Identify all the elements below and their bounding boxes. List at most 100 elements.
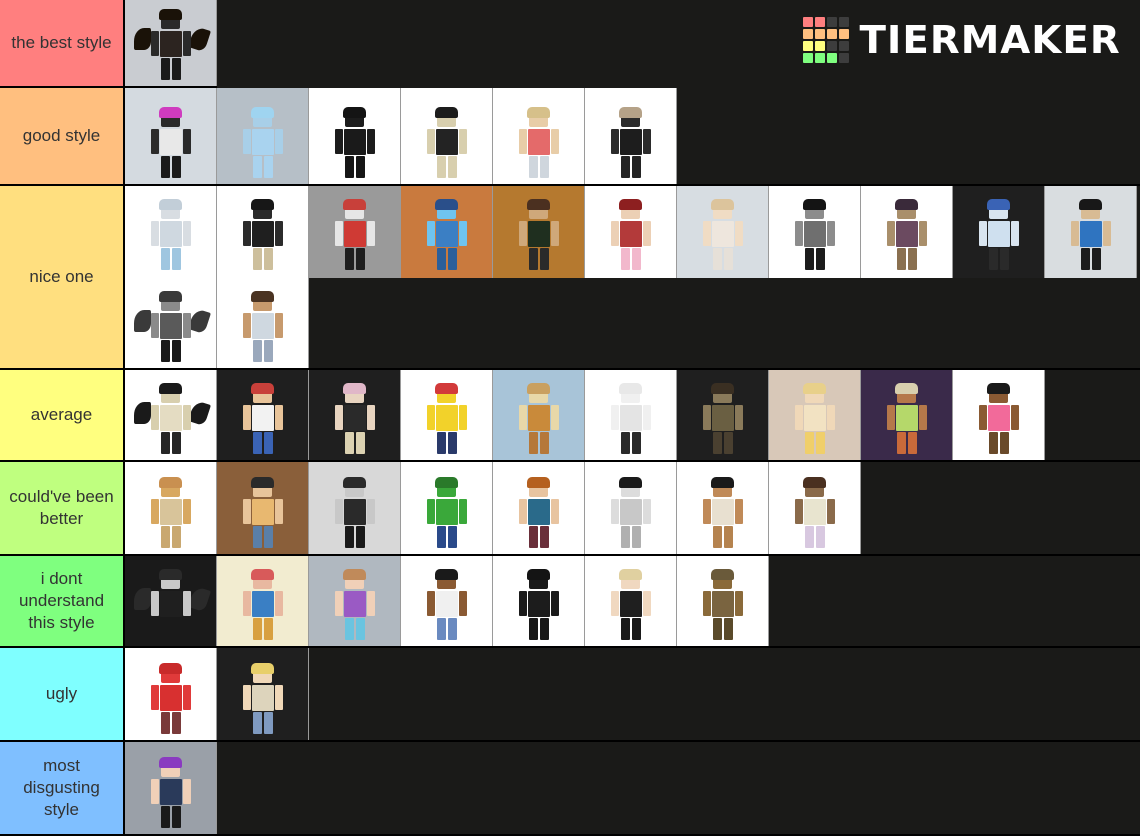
tier-label-the-best-style[interactable]: the best style	[0, 0, 125, 86]
roblox-avatar-ginger-jacket[interactable]	[493, 462, 585, 554]
avatar-part-leg	[988, 248, 998, 270]
tier-row-good-style: good style	[0, 88, 1140, 186]
avatar-part-leg	[160, 712, 170, 734]
roblox-avatar-teddy-bear-backpack[interactable]	[401, 88, 493, 184]
roblox-avatar-purple-wolf[interactable]	[861, 186, 953, 278]
roblox-avatar-purple-cat-tank[interactable]	[125, 742, 217, 834]
tier-row-average: average	[0, 370, 1140, 462]
avatar-part-arm	[734, 405, 743, 430]
roblox-avatar-rainbow-headdress[interactable]	[125, 88, 217, 184]
roblox-avatar-blonde-black-dress[interactable]	[585, 556, 677, 646]
avatar-figure	[332, 107, 378, 180]
roblox-avatar-military-brown[interactable]	[677, 370, 769, 460]
roblox-avatar-grey-knight[interactable]	[125, 278, 217, 368]
roblox-avatar-cat-head[interactable]	[125, 462, 217, 554]
tier-items-nice-one[interactable]	[125, 186, 1140, 368]
avatar-part-torso	[343, 129, 366, 155]
roblox-avatar-blonde-pumpkin[interactable]	[677, 186, 769, 278]
avatar-thumbnail	[125, 462, 216, 554]
avatar-figure	[516, 199, 562, 272]
avatar-thumbnail	[401, 556, 492, 646]
tier-label-nice-one[interactable]: nice one	[0, 186, 125, 368]
avatar-part-leg	[171, 432, 181, 454]
roblox-avatar-neon-wings[interactable]	[125, 556, 217, 646]
avatar-part-leg	[804, 248, 814, 270]
roblox-avatar-brown-camo[interactable]	[677, 556, 769, 646]
roblox-avatar-all-black-outfit[interactable]	[493, 556, 585, 646]
roblox-avatar-pink-hair-maid[interactable]	[309, 370, 401, 460]
roblox-avatar-rainbow-tropical[interactable]	[861, 370, 953, 460]
avatar-thumbnail	[125, 88, 216, 184]
roblox-avatar-black-hair-blue-shirt[interactable]	[1045, 186, 1137, 278]
roblox-avatar-afro-tan[interactable]	[677, 462, 769, 554]
roblox-avatar-red-cap-star[interactable]	[309, 186, 401, 278]
avatar-part-leg	[528, 618, 538, 640]
avatar-part-hair	[343, 107, 366, 118]
avatar-part-leg	[160, 248, 170, 270]
roblox-avatar-dark-hooded[interactable]	[585, 88, 677, 184]
roblox-avatar-pastel-pigtails[interactable]	[769, 462, 861, 554]
roblox-avatar-red-cap-white-tee[interactable]	[217, 370, 309, 460]
avatar-part-hair	[159, 477, 182, 488]
avatar-figure	[976, 199, 1022, 272]
roblox-avatar-purple-cat-ears[interactable]	[309, 556, 401, 646]
tier-items-i-dont-understand-this-style[interactable]	[125, 556, 1140, 646]
roblox-avatar-black-tactical[interactable]	[309, 88, 401, 184]
avatar-part-torso	[987, 405, 1010, 431]
roblox-avatar-luigi-mario-duo[interactable]	[401, 462, 493, 554]
tier-label-ugly[interactable]: ugly	[0, 648, 125, 740]
avatar-part-torso	[159, 221, 182, 247]
avatar-part-wing	[187, 25, 211, 53]
roblox-avatar-blue-furry-pair[interactable]	[401, 186, 493, 278]
avatar-part-arm	[978, 405, 987, 430]
roblox-avatar-black-feathered-wings[interactable]	[125, 370, 217, 460]
avatar-part-arm	[150, 779, 159, 804]
roblox-avatar-rainbow-clown[interactable]	[217, 556, 309, 646]
tier-items-most-disgusting-style[interactable]	[125, 742, 1140, 834]
roblox-avatar-white-wolf[interactable]	[125, 186, 217, 278]
roblox-avatar-glasses-room[interactable]	[217, 462, 309, 554]
roblox-avatar-blue-bandana[interactable]	[953, 186, 1045, 278]
roblox-avatar-screaming-yellow-dress[interactable]	[769, 370, 861, 460]
roblox-avatar-red-suit[interactable]	[125, 648, 217, 740]
tiermaker-logo[interactable]: TIERMAKER	[802, 17, 1120, 63]
roblox-avatar-classic-red-balloon[interactable]	[401, 370, 493, 460]
logo-grid-cell-1-3	[838, 29, 849, 39]
tier-label-good-style[interactable]: good style	[0, 88, 125, 184]
tier-label-could-ve-been-better[interactable]: could've been better	[0, 462, 125, 554]
tier-items-good-style[interactable]	[125, 88, 1140, 184]
avatar-figure	[240, 383, 286, 456]
tier-items-ugly[interactable]	[125, 648, 1140, 740]
avatar-part-arm	[242, 129, 251, 154]
avatar-part-torso	[159, 129, 182, 155]
roblox-avatar-braids-crop-top[interactable]	[401, 556, 493, 646]
avatar-part-leg	[804, 432, 814, 454]
tier-label-average[interactable]: average	[0, 370, 125, 460]
tier-label-i-dont-understand-this-style[interactable]: i dont understand this style	[0, 556, 125, 646]
roblox-avatar-black-spiky-hair[interactable]	[769, 186, 861, 278]
avatar-part-hair	[803, 383, 826, 394]
roblox-avatar-brown-long-hair[interactable]	[493, 186, 585, 278]
roblox-avatar-blue-antlers[interactable]	[217, 88, 309, 184]
avatar-figure	[792, 199, 838, 272]
avatar-figure	[332, 199, 378, 272]
roblox-avatar-white-bunny[interactable]	[585, 370, 677, 460]
roblox-avatar-emo-black-red[interactable]	[217, 186, 309, 278]
roblox-avatar-strawberry-hat[interactable]	[493, 88, 585, 184]
roblox-avatar-black-winged-suit[interactable]	[125, 0, 217, 86]
tier-items-average[interactable]	[125, 370, 1140, 460]
avatar-part-torso	[251, 221, 274, 247]
avatar-part-leg	[263, 526, 273, 548]
roblox-avatar-red-gown-long-hair[interactable]	[585, 186, 677, 278]
tiermaker-page: TIERMAKER the best style good style nice o…	[0, 0, 1140, 836]
tier-label-most-disgusting-style[interactable]: most disgusting style	[0, 742, 125, 834]
roblox-avatar-bearded-grey-suit[interactable]	[585, 462, 677, 554]
tier-items-could-ve-been-better[interactable]	[125, 462, 1140, 554]
roblox-avatar-brunette-tank-top[interactable]	[217, 278, 309, 368]
avatar-part-torso	[435, 499, 458, 525]
avatar-part-arm	[610, 499, 619, 524]
roblox-avatar-pink-crop-top[interactable]	[953, 370, 1045, 460]
roblox-avatar-blonde-beige-sweater[interactable]	[217, 648, 309, 740]
roblox-avatar-burger-outfit[interactable]	[493, 370, 585, 460]
roblox-avatar-tv-head[interactable]	[309, 462, 401, 554]
